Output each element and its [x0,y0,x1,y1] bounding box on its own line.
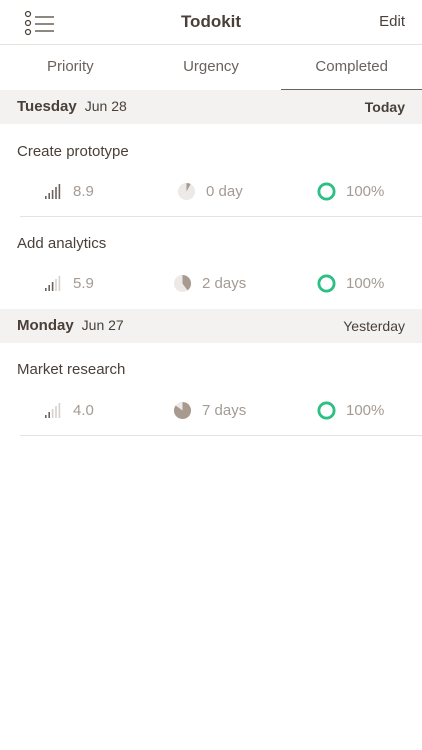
section-header-tuesday: Tuesday Jun 28 Today [0,90,422,124]
signal-bars-icon [45,276,61,291]
progress-value: 100% [346,182,385,200]
section-day: Tuesday Jun 28 [17,98,127,115]
progress-value: 100% [346,401,385,419]
progress-meta: 100% [317,272,384,294]
task-title: Market research [17,361,126,378]
signal-bars-icon [45,184,61,199]
duration-meta: 2 days [173,272,246,294]
priority-value: 5.9 [73,274,94,292]
section-date: Jun 27 [81,317,124,333]
tab-urgency[interactable]: Urgency [141,45,282,90]
progress-meta: 100% [317,399,384,421]
duration-pie-icon [177,182,196,200]
nav-bar: Todokit Edit [0,0,422,45]
section-relative-day: Today [364,99,405,115]
section-relative-day: Yesterday [343,318,405,334]
progress-ring-icon [317,273,336,293]
priority-value: 4.0 [73,401,94,419]
section-day-name: Tuesday [17,98,77,115]
duration-meta: 7 days [173,399,246,421]
progress-value: 100% [346,274,385,292]
tab-bar: Priority Urgency Completed [0,45,422,91]
priority-meta: 8.9 [45,180,94,202]
section-day: Monday Jun 27 [17,317,124,334]
duration-value: 7 days [202,401,247,419]
tab-completed[interactable]: Completed [281,45,422,91]
section-day-name: Monday [17,317,74,334]
task-row[interactable]: Market research 4.0 7 days 100% [0,343,422,435]
progress-meta: 100% [317,180,384,202]
duration-value: 2 days [202,274,247,292]
section-date: Jun 28 [84,98,127,114]
duration-meta: 0 day [177,180,243,202]
progress-ring-icon [317,181,336,201]
task-row[interactable]: Add analytics 5.9 2 days 100% [0,217,422,309]
duration-value: 0 day [206,182,243,200]
edit-button[interactable]: Edit [379,13,405,30]
duration-pie-icon [173,401,192,419]
priority-meta: 5.9 [45,272,94,294]
priority-meta: 4.0 [45,399,94,421]
section-header-monday: Monday Jun 27 Yesterday [0,309,422,343]
signal-bars-icon [45,403,61,418]
task-row[interactable]: Create prototype 8.9 0 day 100% [0,124,422,216]
priority-value: 8.9 [73,182,94,200]
task-title: Add analytics [17,235,107,252]
duration-pie-icon [173,274,192,292]
task-title: Create prototype [17,143,129,160]
row-divider [20,435,422,436]
app-title: Todokit [180,12,242,31]
progress-ring-icon [317,400,336,420]
tab-priority[interactable]: Priority [0,45,141,90]
